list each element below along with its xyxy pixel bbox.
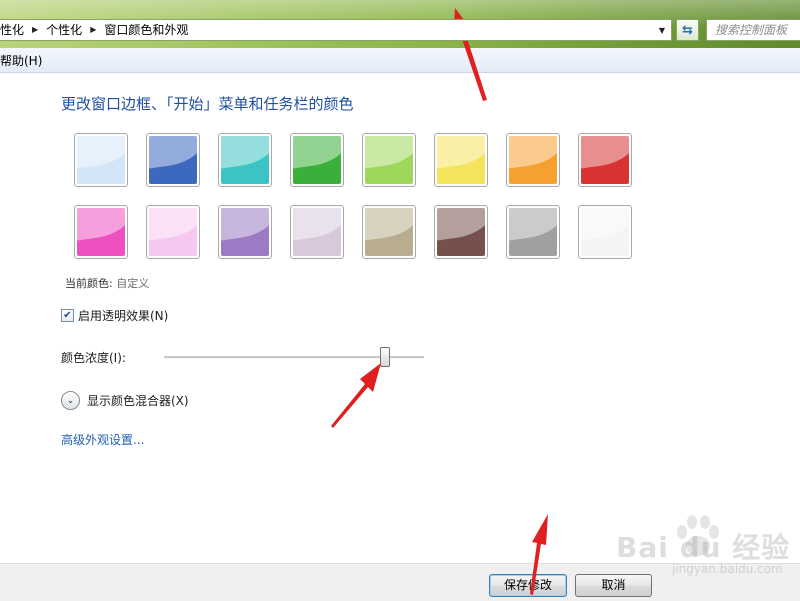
address-bar[interactable]: 性化 ▶ 个性化 ▶ 窗口颜色和外观 ▼ <box>0 19 672 41</box>
transparency-row: ✔ 启用透明效果(N) <box>61 307 168 324</box>
swatch-fill <box>77 136 125 184</box>
swatch-fill <box>437 136 485 184</box>
swatch-fill <box>581 208 629 256</box>
swatch-fill <box>581 136 629 184</box>
swatch-fill <box>149 136 197 184</box>
color-swatch-sun[interactable] <box>434 133 488 187</box>
chevron-down-circle-icon[interactable]: ⌄ <box>61 391 80 410</box>
advanced-appearance-link[interactable]: 高级外观设置... <box>61 431 144 448</box>
intensity-slider-thumb[interactable] <box>380 347 390 367</box>
color-swatch-taupe[interactable] <box>362 205 416 259</box>
swatch-fill <box>293 208 341 256</box>
breadcrumb-arrow-icon[interactable]: ▶ <box>30 20 46 40</box>
color-swatch-fuchsia[interactable] <box>74 205 128 259</box>
color-mixer-label[interactable]: 显示颜色混合器(X) <box>87 392 189 409</box>
bottom-action-bar <box>0 563 800 601</box>
color-swatch-twilight[interactable] <box>146 133 200 187</box>
paw-icon <box>677 515 719 556</box>
current-color-label: 当前颜色: <box>65 277 113 290</box>
swatch-fill <box>149 208 197 256</box>
annotation-arrows <box>331 8 548 595</box>
chevron-down-icon[interactable]: ▼ <box>653 20 671 40</box>
breadcrumb-arrow-icon[interactable]: ▶ <box>88 20 104 40</box>
transparency-label[interactable]: 启用透明效果(N) <box>78 307 168 324</box>
checkmark-icon: ✔ <box>63 310 72 321</box>
color-mixer-toggle[interactable]: ⌄ 显示颜色混合器(X) <box>61 391 189 410</box>
color-swatch-ruby[interactable] <box>578 133 632 187</box>
swatch-fill <box>221 136 269 184</box>
refresh-button[interactable]: ⇆ <box>676 19 699 41</box>
search-input[interactable]: 搜索控制面板 <box>706 19 800 41</box>
color-swatch-pumpkin[interactable] <box>506 133 560 187</box>
breadcrumb: 性化 ▶ 个性化 ▶ 窗口颜色和外观 <box>0 20 194 40</box>
swatch-fill <box>509 208 557 256</box>
swatch-fill <box>437 208 485 256</box>
watermark-text: Bai du 经验 <box>616 531 791 564</box>
swatch-fill <box>293 136 341 184</box>
color-swatch-lavender[interactable] <box>290 205 344 259</box>
current-color-value: 自定义 <box>116 277 150 290</box>
color-swatch-sky[interactable] <box>74 133 128 187</box>
current-color-text: 当前颜色: 自定义 <box>65 275 149 291</box>
swatch-fill <box>221 208 269 256</box>
color-swatch-slate[interactable] <box>506 205 560 259</box>
color-swatch-leaf[interactable] <box>290 133 344 187</box>
color-swatch-lime[interactable] <box>362 133 416 187</box>
breadcrumb-item[interactable]: 性化 <box>0 20 30 40</box>
swatch-fill <box>509 136 557 184</box>
menu-help[interactable]: 帮助(H) <box>0 48 42 74</box>
color-swatch-frost[interactable] <box>578 205 632 259</box>
save-button[interactable]: 保存修改 <box>489 574 567 597</box>
swatch-fill <box>365 136 413 184</box>
color-swatch-blush[interactable] <box>146 205 200 259</box>
color-swatch-violet[interactable] <box>218 205 272 259</box>
breadcrumb-item[interactable]: 窗口颜色和外观 <box>104 20 194 40</box>
swatch-fill <box>77 208 125 256</box>
page-title: 更改窗口边框、「开始」菜单和任务栏的颜色 <box>61 95 354 113</box>
arrow-to-slider <box>331 363 381 428</box>
refresh-icon: ⇆ <box>682 22 693 38</box>
color-swatch-chocolate[interactable] <box>434 205 488 259</box>
cancel-button[interactable]: 取消 <box>575 574 652 597</box>
intensity-label: 颜色浓度(I): <box>61 351 126 365</box>
color-swatch-sea[interactable] <box>218 133 272 187</box>
breadcrumb-item[interactable]: 个性化 <box>46 20 88 40</box>
swatch-fill <box>365 208 413 256</box>
menu-bar: 帮助(H) <box>0 48 800 73</box>
transparency-checkbox[interactable]: ✔ <box>61 309 74 322</box>
